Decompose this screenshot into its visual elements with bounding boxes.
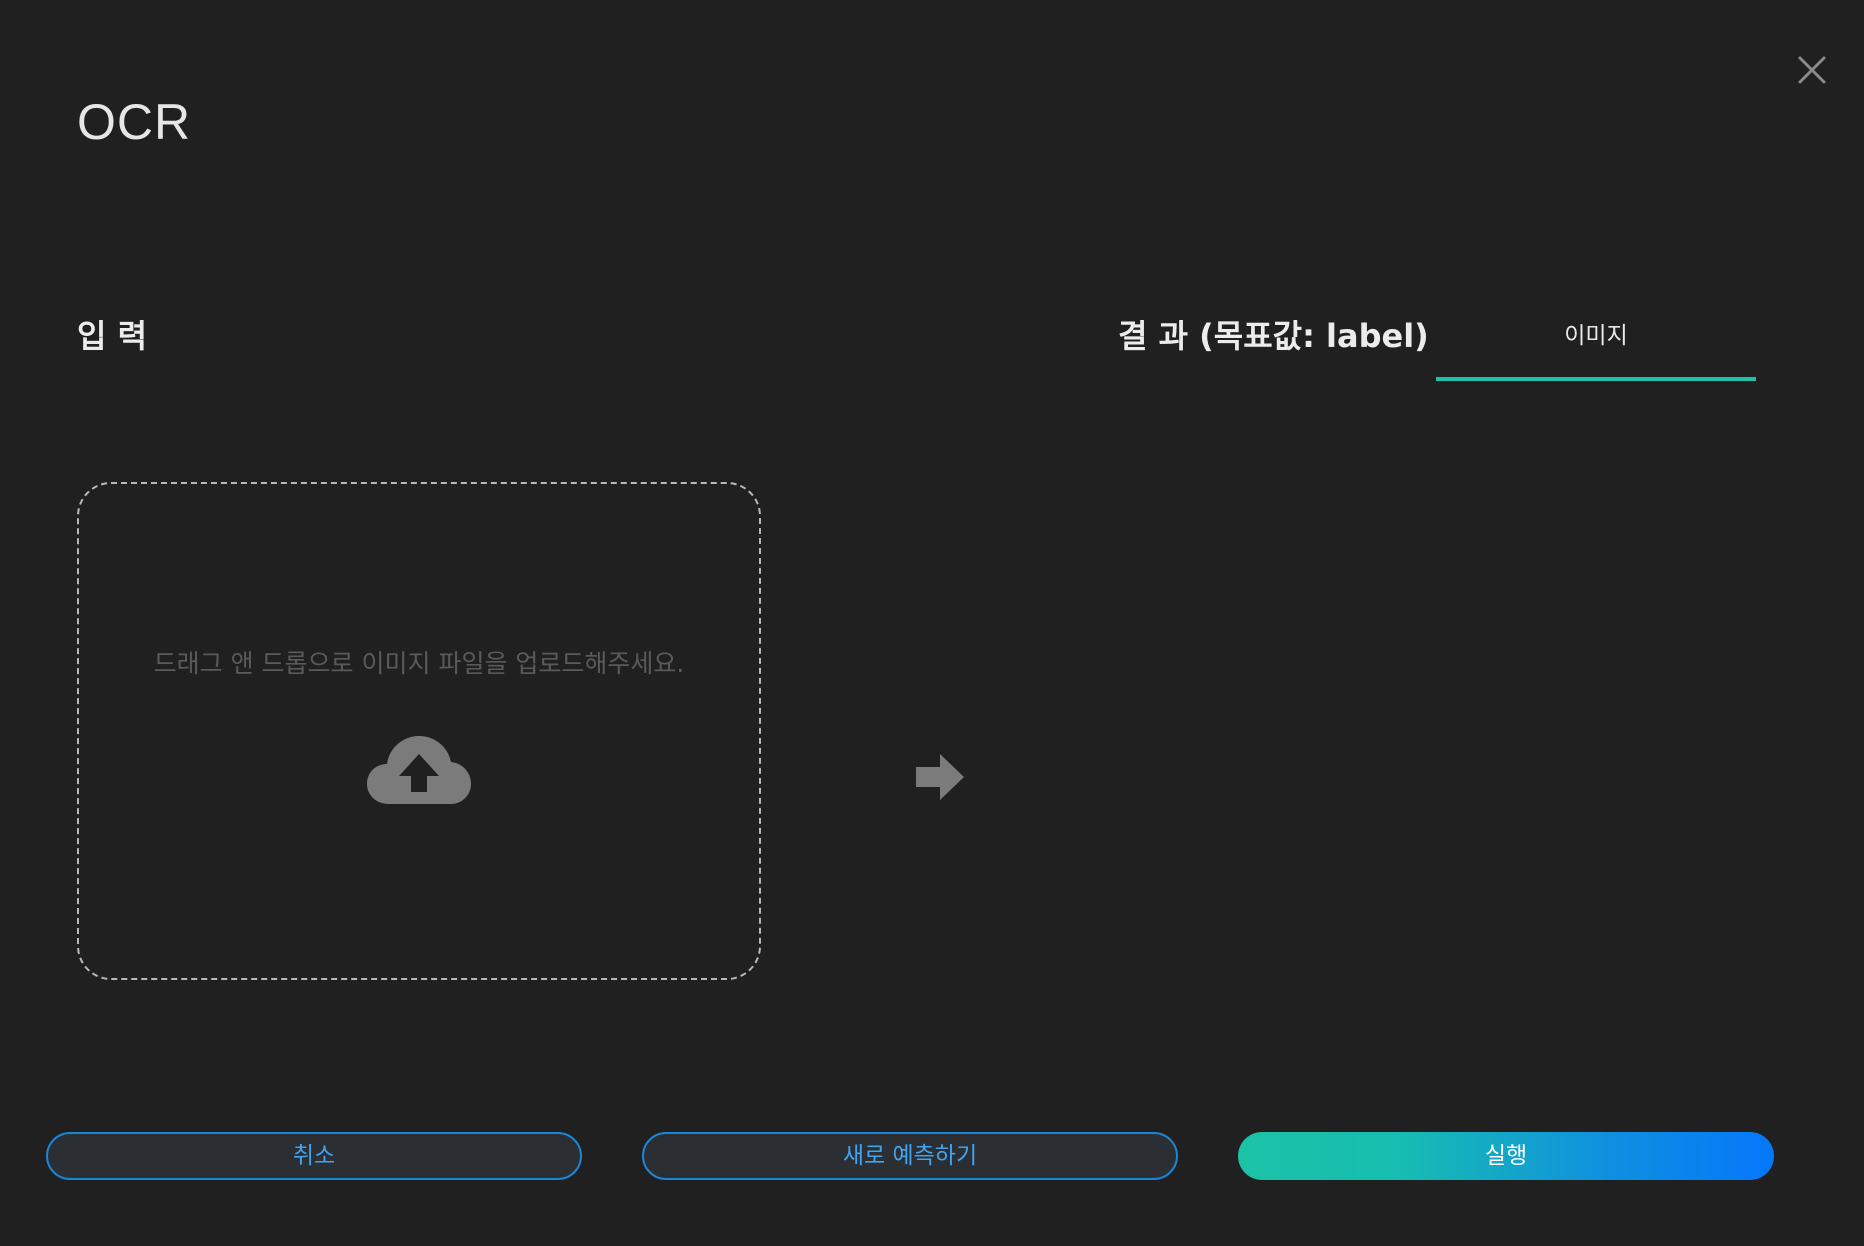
dialog-title: OCR — [77, 94, 192, 150]
input-section-label: 입 력 — [77, 317, 148, 355]
image-dropzone[interactable]: 드래그 앤 드롭으로 이미지 파일을 업로드해주세요. — [77, 482, 761, 980]
result-section-label: 결 과 (목표값: label) — [1118, 317, 1429, 355]
dropzone-instruction: 드래그 앤 드롭으로 이미지 파일을 업로드해주세요. — [153, 649, 685, 678]
tab-image[interactable]: 이미지 — [1436, 305, 1756, 381]
tab-image-label: 이미지 — [1564, 323, 1628, 349]
close-button[interactable] — [1796, 54, 1828, 86]
cancel-button[interactable]: 취소 — [46, 1132, 582, 1180]
ocr-dialog: OCR 입 력 결 과 (목표값: label) 이미지 드래그 앤 드롭으로 … — [0, 0, 1864, 1246]
run-button[interactable]: 실행 — [1238, 1132, 1774, 1180]
close-icon — [1798, 56, 1826, 84]
new-prediction-button[interactable]: 새로 예측하기 — [642, 1132, 1178, 1180]
tab-active-indicator — [1436, 377, 1756, 381]
cloud-upload-icon — [367, 736, 471, 804]
arrow-right-icon — [916, 754, 964, 800]
